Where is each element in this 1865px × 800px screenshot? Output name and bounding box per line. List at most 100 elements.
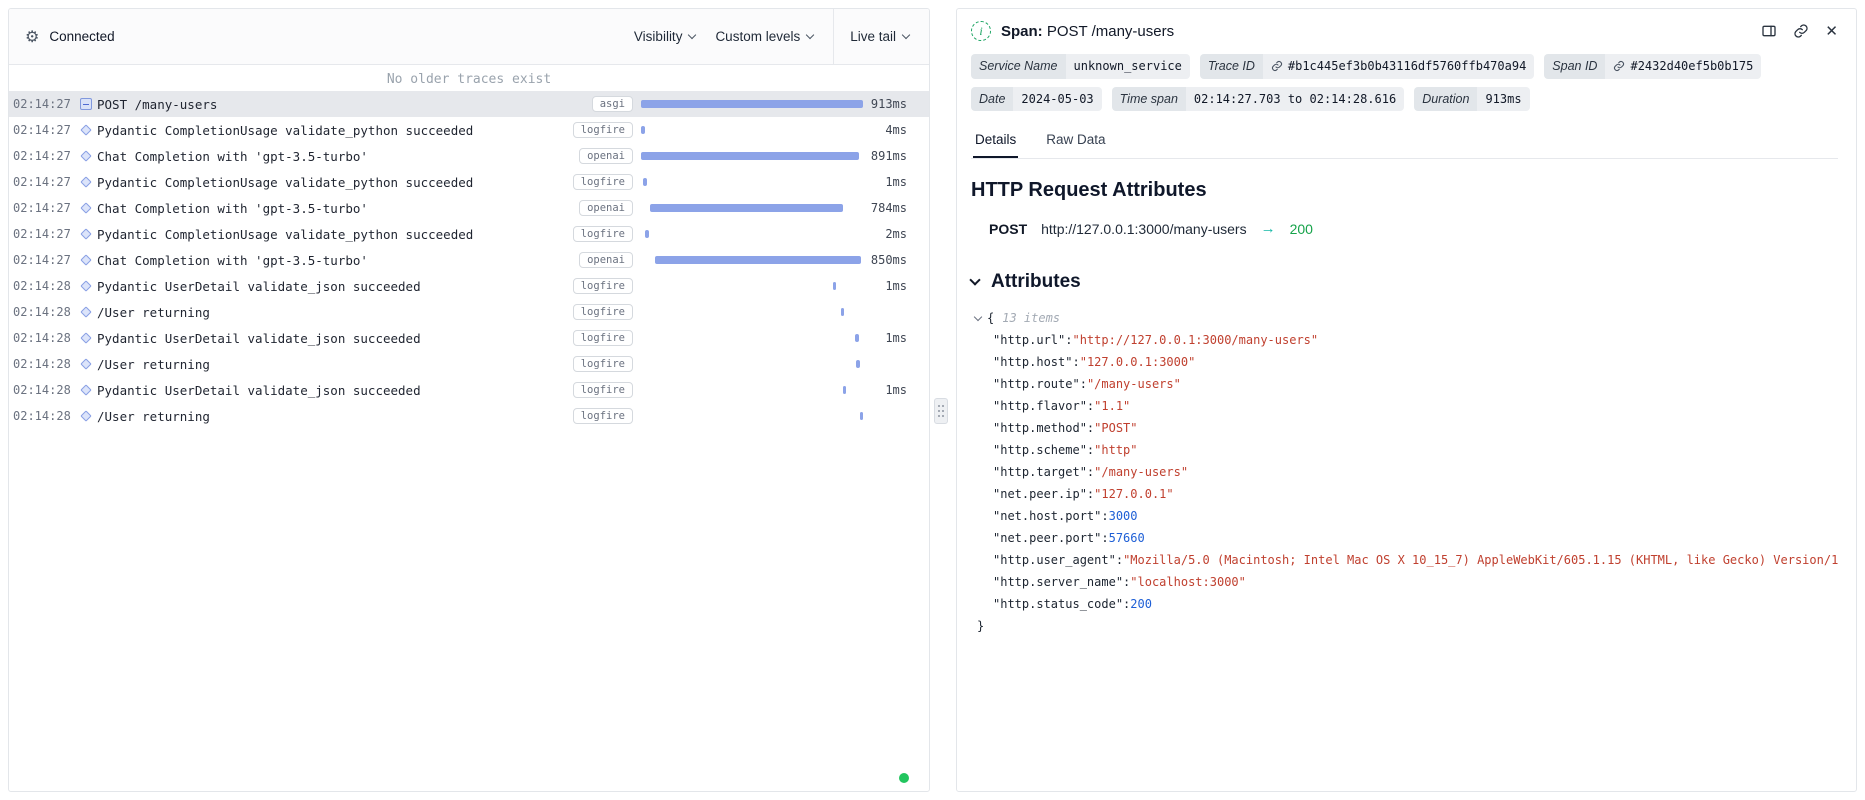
span-detail-panel: i Span: POST /many-users [956, 8, 1857, 792]
open-side-panel-icon[interactable] [1761, 23, 1777, 39]
trace-row[interactable]: 02:14:27 Chat Completion with 'gpt-3.5-t… [9, 247, 929, 273]
trace-tag-badge: logfire [573, 356, 633, 373]
trace-row[interactable]: 02:14:28 /User returning logfire [9, 403, 929, 429]
duration-bar[interactable] [843, 386, 846, 394]
attr-colon: : [1116, 553, 1123, 567]
trace-row[interactable]: 02:14:28 /User returning logfire [9, 299, 929, 325]
duration-bar[interactable] [833, 282, 836, 290]
visibility-label: Visibility [634, 29, 683, 44]
trace-tag-badge: openai [579, 252, 633, 269]
trace-row[interactable]: 02:14:27 Pydantic CompletionUsage valida… [9, 169, 929, 195]
span-metadata-badge: Duration 913ms [1414, 87, 1529, 112]
trace-tag-badge: logfire [573, 226, 633, 243]
attr-key: "http.status_code" [993, 597, 1123, 611]
close-icon[interactable]: ✕ [1825, 24, 1838, 39]
trace-duration: 1ms [863, 331, 907, 345]
trace-row[interactable]: 02:14:27 Pydantic CompletionUsage valida… [9, 117, 929, 143]
span-kind-icon[interactable] [80, 280, 91, 291]
open-brace: { [987, 311, 994, 325]
trace-row[interactable]: 02:14:27 Pydantic CompletionUsage valida… [9, 221, 929, 247]
badge-label: Span ID [1544, 54, 1605, 79]
trace-row[interactable]: 02:14:27 Chat Completion with 'gpt-3.5-t… [9, 143, 929, 169]
trace-row[interactable]: 02:14:28 /User returning logfire [9, 351, 929, 377]
duration-bar[interactable] [643, 178, 646, 186]
trace-label: /User returning [97, 409, 573, 424]
trace-row[interactable]: 02:14:28 Pydantic UserDetail validate_js… [9, 377, 929, 403]
duration-bar[interactable] [650, 204, 843, 212]
span-kind-icon[interactable] [80, 150, 91, 161]
duration-bar[interactable] [655, 256, 860, 264]
custom-levels-dropdown[interactable]: Custom levels [705, 23, 823, 50]
span-metadata-badge: Service Name unknown_service [971, 54, 1190, 79]
duration-bar[interactable] [860, 412, 863, 420]
span-kind-icon[interactable] [80, 332, 91, 343]
detail-tab[interactable]: Raw Data [1044, 125, 1107, 158]
span-kind-icon[interactable] [80, 98, 92, 110]
attr-key: "http.method" [993, 421, 1087, 435]
span-kind-icon[interactable] [80, 254, 91, 265]
trace-row[interactable]: 02:14:27 POST /many-users asgi 913ms [9, 91, 929, 117]
duration-bar-track [641, 351, 863, 377]
attr-key: "http.user_agent" [993, 553, 1116, 567]
trace-timestamp: 02:14:27 [13, 97, 75, 111]
span-kind-icon[interactable] [80, 384, 91, 395]
settings-gear-icon[interactable]: ⚙ [25, 27, 39, 47]
trace-duration: 1ms [863, 383, 907, 397]
attr-value: "POST" [1094, 421, 1137, 435]
duration-bar[interactable] [641, 152, 859, 160]
span-kind-icon[interactable] [80, 410, 91, 421]
trace-row[interactable]: 02:14:28 Pydantic UserDetail validate_js… [9, 273, 929, 299]
trace-timestamp: 02:14:27 [13, 149, 75, 163]
span-kind-icon[interactable] [80, 124, 91, 135]
duration-bar[interactable] [841, 308, 844, 316]
duration-bar[interactable] [645, 230, 648, 238]
attributes-section-toggle[interactable]: Attributes [971, 271, 1838, 293]
visibility-dropdown[interactable]: Visibility [624, 23, 706, 50]
attribute-entry: "http.flavor":"1.1" [975, 395, 1838, 417]
attr-entries: "http.url":"http://127.0.0.1:3000/many-u… [975, 329, 1838, 615]
trace-duration: 1ms [863, 279, 907, 293]
span-kind-icon[interactable] [80, 306, 91, 317]
attribute-entry: "http.target":"/many-users" [975, 461, 1838, 483]
trace-tag-badge: logfire [573, 278, 633, 295]
detail-tab[interactable]: Details [973, 125, 1018, 158]
live-tail-section: Live tail [833, 9, 929, 64]
duration-bar-track [641, 273, 863, 299]
span-kind-icon[interactable] [80, 228, 91, 239]
duration-bar[interactable] [856, 360, 859, 368]
duration-bar[interactable] [641, 100, 863, 108]
span-kind-icon[interactable] [80, 358, 91, 369]
collapse-caret-icon[interactable] [974, 313, 982, 321]
duration-bar-track [641, 299, 863, 325]
attribute-entry: "http.route":"/many-users" [975, 373, 1838, 395]
duration-bar[interactable] [641, 126, 645, 134]
trace-duration: 4ms [863, 123, 907, 137]
attribute-entry: "net.peer.port":57660 [975, 527, 1838, 549]
duration-bar-track [641, 403, 863, 429]
live-tail-button[interactable]: Live tail [850, 23, 909, 50]
span-kind-icon[interactable] [80, 202, 91, 213]
span-kind-icon[interactable] [80, 176, 91, 187]
trace-tag-badge: asgi [592, 96, 633, 113]
duration-bar-track [641, 117, 863, 143]
duration-bar-track [641, 91, 863, 117]
badge-label: Trace ID [1200, 54, 1263, 79]
trace-label: Pydantic CompletionUsage validate_python… [97, 175, 573, 190]
duration-bar[interactable] [855, 334, 858, 342]
attr-key: "http.target" [993, 465, 1087, 479]
copy-link-icon[interactable] [1793, 23, 1809, 39]
span-detail-header: i Span: POST /many-users [971, 21, 1838, 41]
resize-grip-handle[interactable] [934, 398, 948, 424]
duration-bar-track [641, 247, 863, 273]
trace-label: Pydantic CompletionUsage validate_python… [97, 123, 573, 138]
chevron-down-icon [969, 274, 980, 285]
trace-row[interactable]: 02:14:27 Chat Completion with 'gpt-3.5-t… [9, 195, 929, 221]
duration-bar-track [641, 143, 863, 169]
json-close-line: } [975, 615, 1838, 637]
trace-row[interactable]: 02:14:28 Pydantic UserDetail validate_js… [9, 325, 929, 351]
no-older-traces-notice: No older traces exist [9, 65, 929, 91]
badge-label: Duration [1414, 87, 1477, 112]
attr-key: "http.url" [993, 333, 1065, 347]
detail-tabs: Details Raw Data [971, 125, 1838, 159]
span-metadata-badge: Time span 02:14:27.703 to 02:14:28.616 [1112, 87, 1405, 112]
